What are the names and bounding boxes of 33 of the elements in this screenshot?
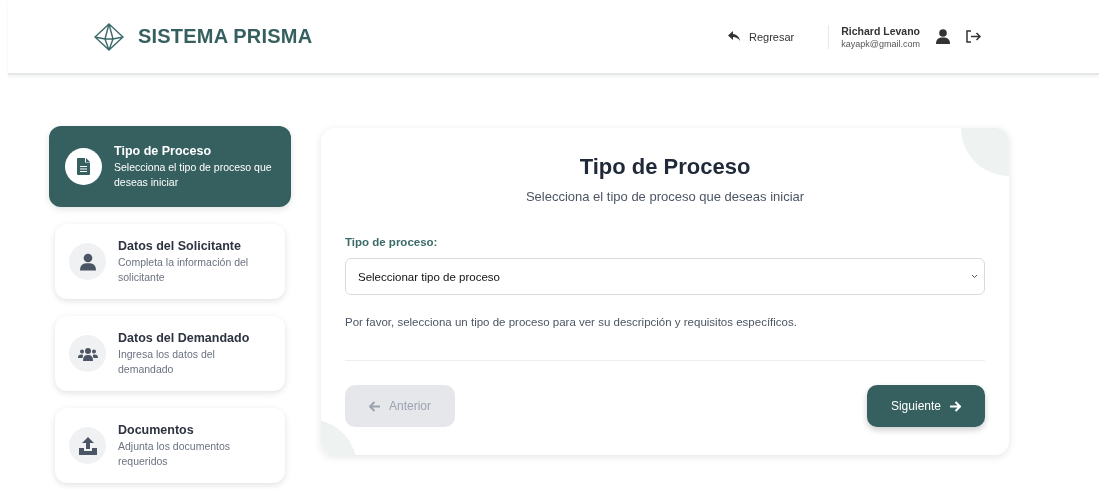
field-label: Tipo de proceso: <box>345 236 439 248</box>
logout-icon[interactable] <box>966 30 981 43</box>
step-title: Datos del Demandado <box>118 330 251 345</box>
step-title: Tipo de Proceso <box>114 143 212 158</box>
user-icon[interactable] <box>936 29 950 44</box>
brand-name: SISTEMA PRISMA <box>138 25 313 48</box>
reply-arrow-icon <box>727 31 740 42</box>
arrow-left-icon <box>369 400 381 412</box>
step-card[interactable]: Documentos Adjunta los documentos requeridos <box>55 408 285 483</box>
user-icon <box>79 252 96 271</box>
upload-icon <box>78 436 97 455</box>
back-link[interactable]: Regresar <box>727 30 795 43</box>
process-type-select[interactable]: Seleccionar tipo de proceso <box>345 258 985 295</box>
step-description: Ingresa los datos del demandado <box>118 346 216 377</box>
step-card[interactable]: Datos del Solicitante Completa la información del solicitante <box>55 224 285 299</box>
arrow-right-icon <box>949 400 961 412</box>
step-card[interactable]: Datos del Demandado Ingresa los datos del demandado <box>55 316 285 391</box>
people-icon <box>77 346 98 361</box>
step-card[interactable]: Tipo de Proceso Selecciona el tipo de proceso que deseas iniciar <box>49 126 291 207</box>
user-email: kayapk@gmail.com <box>841 38 920 49</box>
step-title: Documentos <box>118 422 195 437</box>
chevron-down-icon <box>971 274 978 279</box>
document-icon <box>77 158 90 175</box>
form-title: Tipo de Proceso <box>578 154 752 180</box>
hint-text: Por favor, selecciona un tipo de proceso para ver su descripción y requisitos específicos. <box>345 316 798 328</box>
form-subtitle: Selecciona el tipo de proceso que deseas iniciar <box>524 189 806 204</box>
diamond-logo-icon <box>94 22 124 51</box>
step-description: Completa la información del solicitante <box>118 254 250 285</box>
user-name: Richard Levano <box>841 24 920 37</box>
step-title: Datos del Solicitante <box>118 238 242 253</box>
step-description: Adjunta los documentos requeridos <box>118 438 232 469</box>
step-description: Selecciona el tipo de proceso que deseas iniciar <box>114 159 273 190</box>
next-button[interactable]: Siguiente <box>866 385 985 427</box>
